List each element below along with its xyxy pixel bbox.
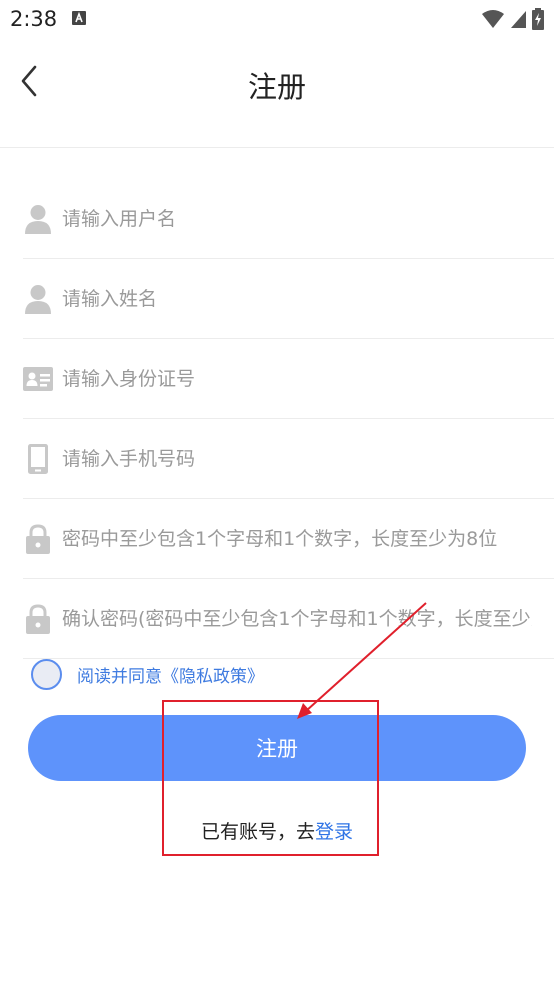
agreement-row: 阅读并同意《隐私政策》 [31,657,264,691]
nav-bar: 注册 [0,40,554,148]
id-card-icon [23,363,53,395]
status-time: 2:38 [10,7,58,31]
id-card-row [23,339,554,419]
id-card-input[interactable] [62,358,532,399]
wifi-icon [482,10,504,28]
user-icon [23,283,53,315]
battery-icon [532,8,544,30]
phone-row [23,419,554,499]
user-icon [23,203,53,235]
register-button[interactable]: 注册 [28,715,526,781]
username-row [23,179,554,259]
password-input[interactable] [62,518,532,559]
lock-icon [23,523,53,555]
confirm-password-row [23,579,554,659]
name-row [23,259,554,339]
confirm-password-input[interactable] [62,598,532,639]
agreement-checkbox[interactable] [31,658,62,690]
phone-icon [23,443,53,475]
login-prompt: 已有账号，去登录 [0,817,554,844]
status-bar: 2:38 [0,0,554,40]
page-title: 注册 [247,70,306,104]
login-link[interactable]: 登录 [315,821,353,843]
status-icons [482,8,544,30]
name-input[interactable] [62,278,532,319]
signal-icon [511,11,526,28]
login-prompt-text: 已有账号，去 [200,821,315,843]
phone-input[interactable] [62,438,532,479]
lock-icon [23,603,53,635]
username-input[interactable] [62,198,532,239]
password-row [23,499,554,579]
notification-app-icon [72,11,86,25]
privacy-policy-link[interactable]: 阅读并同意《隐私政策》 [77,662,264,687]
